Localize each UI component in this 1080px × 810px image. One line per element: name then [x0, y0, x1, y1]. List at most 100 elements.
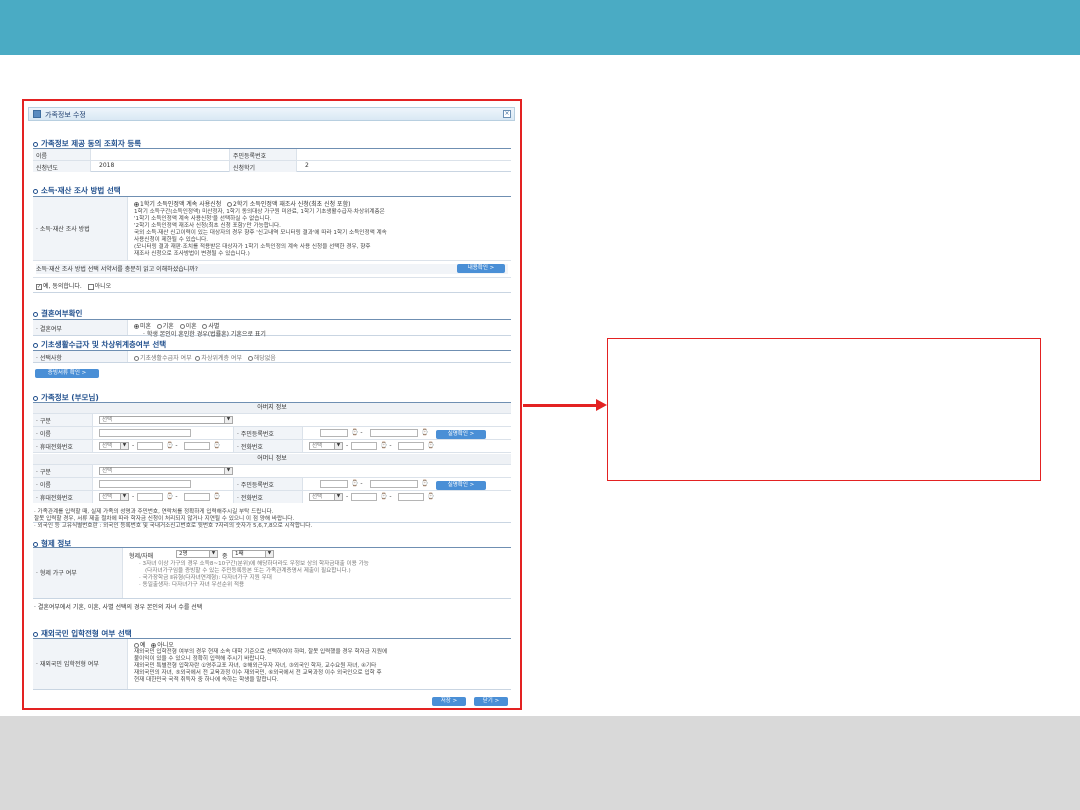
mother-verify-button[interactable]: 실명확인 > — [436, 481, 486, 490]
keypad-icon[interactable]: ⌚ - — [166, 442, 178, 449]
keypad-icon[interactable]: ⌚ — [421, 480, 428, 487]
near-poverty-radio[interactable] — [195, 356, 201, 361]
section-welfare-title: 기초생활수급자 및 차상위계층여부 선택 — [33, 339, 166, 350]
bullet-icon — [33, 141, 38, 147]
mother-phone-select[interactable]: 선택 ▼ — [309, 493, 343, 501]
keypad-icon[interactable]: ⌚ - — [351, 480, 363, 487]
father-mobile-mid[interactable] — [137, 442, 163, 450]
keypad-icon[interactable]: ⌚ — [213, 442, 220, 449]
overseas-red-note: 재외국민 입학전형 여부의 경우 현재 소속 대학 기준으로 선택하여야 하며,… — [134, 649, 388, 683]
keypad-icon[interactable]: ⌚ — [213, 493, 220, 500]
father-type-label: · 구분 — [33, 414, 93, 426]
sibling-order-select[interactable]: 1째 ▼ — [232, 550, 274, 558]
sibling-notes: · 3자녀 이상 가구의 경우 소득8~10구간(분위)에 해당하더라도 우정보… — [139, 561, 369, 588]
slide-header-bar — [0, 0, 1080, 55]
section-income-title: 소득·재산 조사 방법 선택 — [33, 185, 121, 196]
keypad-icon[interactable]: ⌚ - — [380, 442, 392, 449]
agreement-options: ✓ 예, 동의합니다. 아니오 — [36, 283, 112, 290]
callout-arrow-line — [523, 404, 599, 407]
consent-table: 이름 주민등록번호 신청년도 2018 신청학기 2 — [33, 148, 511, 172]
bullet-icon — [33, 188, 38, 194]
income-method-table: · 소득·재산 조사 방법 1학기 소득인정액 계속 사용신청 2학기 소득인정… — [33, 196, 511, 293]
overseas-yes-radio[interactable] — [134, 643, 139, 648]
father-ssn-label: · 주민등록번호 — [233, 427, 303, 439]
not-applicable-radio[interactable] — [247, 356, 253, 361]
save-button[interactable]: 저장 > — [432, 697, 466, 706]
year-value: 2018 — [99, 162, 115, 169]
sibling-table: · 형제 가구 여부 형제/자매 2명 ▼ 중 1째 ▼ · 3자녀 이상 가구의 … — [33, 547, 511, 599]
mother-ssn-front[interactable] — [320, 480, 348, 488]
mother-mobile-mid[interactable] — [137, 493, 163, 501]
father-mobile-select[interactable]: 선택 ▼ — [99, 442, 129, 450]
mother-ssn-back[interactable] — [370, 480, 418, 488]
marital-label: · 결혼여부 — [33, 320, 128, 335]
document-check-button[interactable]: 증빙서류 확인 > — [35, 369, 99, 378]
welfare-label: · 선택사항 — [33, 351, 128, 362]
father-name-label: · 이름 — [33, 427, 93, 439]
term-value: 2 — [305, 162, 309, 169]
sibling-count-label: 형제/자매 — [129, 553, 154, 560]
window-icon — [33, 110, 41, 118]
sibling-bottom-note: · 결혼여부에서 기혼, 이혼, 사별 선택의 경우 본인의 자녀 수를 선택 — [34, 604, 203, 611]
mother-header: 어머니 정보 — [33, 454, 511, 465]
window-title: 가족정보 수정 — [45, 111, 86, 119]
keypad-icon[interactable]: ⌚ - — [166, 493, 178, 500]
marital-table: · 결혼여부 미혼 기혼 이혼 사별 · 학생 본인이 혼인한 경우(법률혼) … — [33, 319, 511, 338]
mother-type-select[interactable]: 선택 ▼ — [99, 467, 233, 475]
income-method-label: · 소득·재산 조사 방법 — [33, 197, 128, 260]
mother-phone-mid[interactable] — [351, 493, 377, 501]
disagree-checkbox[interactable] — [87, 283, 94, 290]
ssn-label: 주민등록번호 — [229, 149, 297, 160]
bullet-icon — [33, 395, 38, 401]
opt2-radio[interactable] — [227, 202, 233, 207]
bullet-icon — [33, 311, 38, 317]
sibling-count-select[interactable]: 2명 ▼ — [176, 550, 218, 558]
slide-footer-bar — [0, 716, 1080, 810]
father-phone-end[interactable] — [398, 442, 424, 450]
mother-phone-end[interactable] — [398, 493, 424, 501]
father-phone-label: · 전화번호 — [233, 440, 303, 452]
basic-livelihood-radio[interactable] — [134, 356, 139, 361]
mother-name-label: · 이름 — [33, 478, 93, 490]
callout-box — [607, 338, 1041, 481]
parents-table: 아버지 정보 · 구분 선택 ▼ · 이름 · 주민등록번호 ⌚ - ⌚ 실명확인… — [33, 402, 511, 523]
family-info-window: 가족정보 수정 × 가족정보 제공 동의 조회자 등록 이름 주민등록번호 신청… — [22, 99, 522, 710]
keypad-icon[interactable]: ⌚ - — [380, 493, 392, 500]
welfare-table: · 선택사항 기초생활수급자 여부 차상위계층 여부 해당없음 — [33, 350, 511, 363]
close-icon[interactable]: × — [503, 110, 511, 118]
marital-note: · 학생 본인이 혼인한 경우(법률혼) 기혼으로 표기 — [143, 331, 266, 338]
opt1-radio[interactable] — [134, 202, 139, 207]
father-ssn-front[interactable] — [320, 429, 348, 437]
mother-phone-label: · 전화번호 — [233, 491, 303, 503]
mother-type-label: · 구분 — [33, 465, 93, 477]
father-phone-mid[interactable] — [351, 442, 377, 450]
keypad-icon[interactable]: ⌚ — [427, 442, 434, 449]
mother-mobile-select[interactable]: 선택 ▼ — [99, 493, 129, 501]
overseas-no-radio[interactable] — [151, 643, 157, 648]
father-verify-button[interactable]: 실명확인 > — [436, 430, 486, 439]
mother-name-input[interactable] — [99, 480, 191, 488]
overseas-table: · 재외국민 입학전형 여부 예 아니오 재외국민 입학전형 여부의 경우 현재… — [33, 638, 511, 690]
parents-note: · 가족관계를 입력할 때, 실제 가족의 성명과 주민번호, 연락처를 정확하… — [34, 509, 313, 529]
close-button[interactable]: 닫기 > — [474, 697, 508, 706]
keypad-icon[interactable]: ⌚ — [421, 429, 428, 436]
bullet-icon — [33, 631, 38, 637]
sibling-label: · 형제 가구 여부 — [33, 548, 123, 598]
keypad-icon[interactable]: ⌚ — [427, 493, 434, 500]
of-label: 중 — [222, 553, 228, 560]
bullet-icon — [33, 342, 38, 348]
overseas-label: · 재외국민 입학전형 여부 — [33, 639, 128, 689]
keypad-icon[interactable]: ⌚ - — [351, 429, 363, 436]
father-ssn-back[interactable] — [370, 429, 418, 437]
father-phone-select[interactable]: 선택 ▼ — [309, 442, 343, 450]
year-label: 신청년도 — [33, 161, 91, 172]
father-mobile-end[interactable] — [184, 442, 210, 450]
father-mobile-label: · 휴대전화번호 — [33, 440, 93, 452]
father-name-input[interactable] — [99, 429, 191, 437]
agree-checkbox[interactable]: ✓ — [36, 283, 42, 290]
income-method-options: 1학기 소득인정액 계속 사용신청 2학기 소득인정액 재조사 신청(최초 신청… — [134, 199, 350, 208]
content-check-button[interactable]: 내용확인 > — [457, 264, 505, 273]
single-radio[interactable] — [134, 324, 139, 329]
mother-mobile-end[interactable] — [184, 493, 210, 501]
father-type-select[interactable]: 선택 ▼ — [99, 416, 233, 424]
